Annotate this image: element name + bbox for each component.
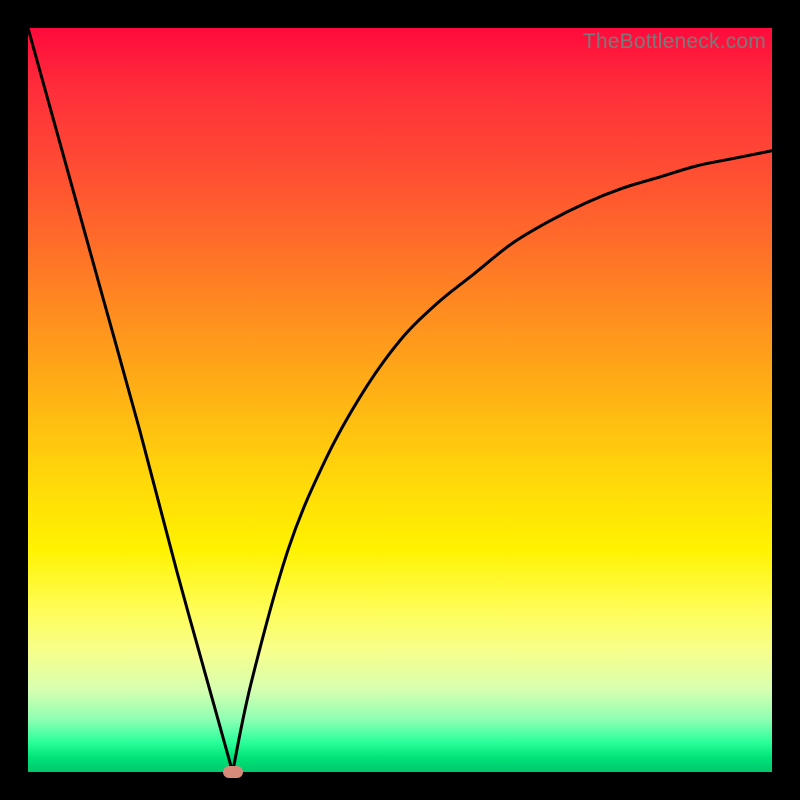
chart-plot-area: TheBottleneck.com xyxy=(28,28,772,772)
curve-path xyxy=(28,28,772,772)
minimum-marker xyxy=(223,766,243,778)
chart-frame: TheBottleneck.com xyxy=(0,0,800,800)
bottleneck-curve xyxy=(28,28,772,772)
